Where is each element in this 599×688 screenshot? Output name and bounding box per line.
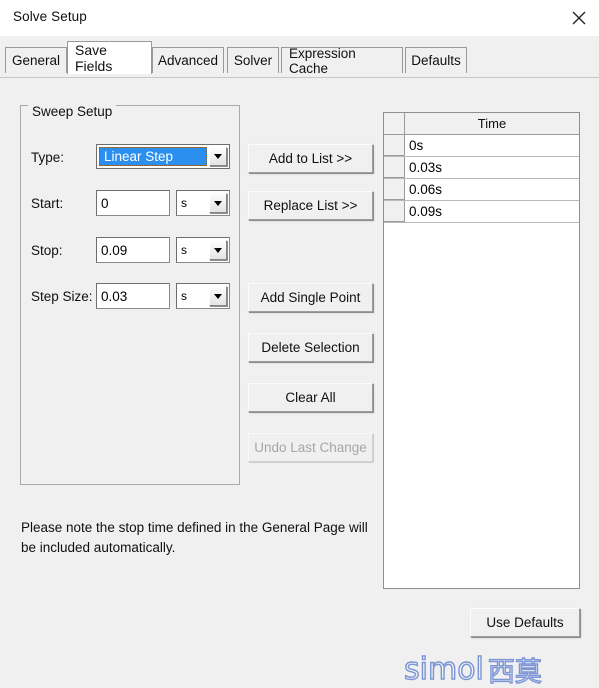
tab-save-fields[interactable]: Save Fields [67,41,152,74]
start-input[interactable] [96,190,170,216]
table-row[interactable]: 0.06s [384,179,579,201]
cell-time: 0.09s [405,201,579,222]
close-button[interactable] [558,0,599,36]
stop-time-note: Please note the stop time defined in the… [21,520,368,555]
add-single-point-button[interactable]: Add Single Point [248,283,373,312]
table-row[interactable]: 0s [384,135,579,157]
chevron-down-icon [214,154,222,159]
type-label: Type: [31,150,65,165]
add-to-list-button[interactable]: Add to List >> [248,144,373,173]
row-selector[interactable] [384,201,405,222]
tab-general[interactable]: General [5,47,67,73]
table-row[interactable]: 0.03s [384,157,579,179]
cell-time: 0.06s [405,179,579,200]
replace-list-button[interactable]: Replace List >> [248,191,373,220]
grid-column-header-time[interactable]: Time [405,113,579,134]
start-unit-dropdown-button[interactable] [209,193,227,213]
delete-selection-button[interactable]: Delete Selection [248,333,373,362]
tab-content-save-fields: Sweep Setup Type: Linear Step Start: s S… [0,78,599,688]
stop-unit-dropdown-button[interactable] [209,240,227,260]
tab-solver[interactable]: Solver [227,47,279,73]
type-combobox-dropdown-button[interactable] [209,147,227,166]
type-combobox-value: Linear Step [99,147,207,166]
table-row[interactable]: 0.09s [384,201,579,223]
cell-time: 0s [405,135,579,156]
cell-time: 0.03s [405,157,579,178]
use-defaults-button[interactable]: Use Defaults [470,608,580,637]
step-size-unit-value: s [181,289,187,303]
undo-last-change-button: Undo Last Change [248,433,373,462]
stop-label: Stop: [31,243,63,258]
type-combobox[interactable]: Linear Step [96,144,230,169]
sweep-setup-legend: Sweep Setup [28,104,117,119]
chevron-down-icon [214,200,222,206]
stop-input[interactable] [96,237,170,263]
tab-expression-cache[interactable]: Expression Cache [281,46,403,76]
clear-all-button[interactable]: Clear All [248,383,373,412]
step-size-unit-dropdown-button[interactable] [209,286,227,306]
start-unit-value: s [181,196,187,210]
time-list-grid[interactable]: Time 0s 0.03s 0.06s 0.09s [383,112,580,589]
grid-header-row: Time [384,113,579,135]
step-size-input[interactable] [96,283,170,309]
stop-unit-value: s [181,243,187,257]
window-title: Solve Setup [13,9,87,24]
grid-corner-header [384,113,405,134]
tab-defaults[interactable]: Defaults [405,47,467,73]
start-unit-combobox[interactable]: s [176,190,230,216]
solve-setup-dialog: Solve Setup General Save Fields Advanced… [0,0,599,688]
chevron-down-icon [214,293,222,299]
chevron-down-icon [214,247,222,253]
step-size-unit-combobox[interactable]: s [176,283,230,309]
step-size-label: Step Size: [31,289,93,304]
stop-unit-combobox[interactable]: s [176,237,230,263]
start-label: Start: [31,196,64,211]
tab-advanced[interactable]: Advanced [152,47,224,73]
watermark: simol 西莫 [403,650,584,688]
row-selector[interactable] [384,157,405,178]
title-bar: Solve Setup [0,0,599,36]
tab-strip: General Save Fields Advanced Solver Expr… [0,36,599,78]
row-selector[interactable] [384,135,405,156]
close-icon [572,11,586,25]
watermark-latin: simol [403,651,484,687]
row-selector[interactable] [384,179,405,200]
watermark-cjk: 西莫 [487,656,542,688]
